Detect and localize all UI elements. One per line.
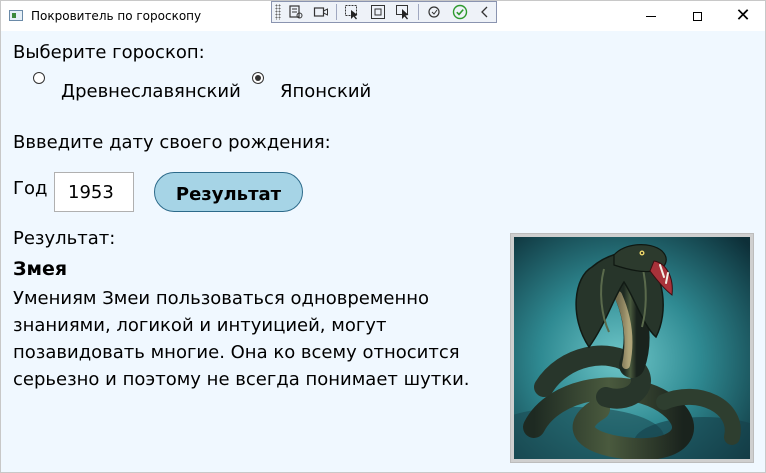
maximize-button[interactable] — [674, 1, 720, 31]
description-line: позавидовать многие. Она ко всему относи… — [13, 342, 460, 363]
track-focused-element-icon[interactable] — [392, 3, 414, 21]
description-line: серьезно и поэтому не всегда понимает шу… — [13, 369, 470, 390]
result-button[interactable]: Результат — [154, 172, 303, 212]
display-layout-adorners-icon[interactable] — [367, 3, 389, 21]
radio-old-slavic[interactable] — [33, 72, 45, 84]
radio-old-slavic-label[interactable]: Древнеславянский — [61, 81, 241, 102]
radio-japanese-label[interactable]: Японский — [280, 81, 371, 102]
sign-image-frame — [510, 233, 754, 463]
title-bar[interactable]: Покровитель по гороскопу ✕ — [1, 1, 765, 31]
maximize-icon — [692, 11, 702, 21]
description-line: Умениям Змеи пользоваться одновременно — [13, 288, 430, 309]
window-title: Покровитель по гороскопу — [31, 9, 202, 23]
result-label: Результат: — [13, 228, 116, 249]
app-window: Покровитель по гороскопу ✕ Выберите горо… — [0, 0, 766, 473]
toolbar-grip-icon[interactable] — [275, 4, 281, 20]
toolbar-separator — [336, 4, 338, 20]
record-icon[interactable] — [311, 3, 333, 21]
cobra-snake-image — [514, 237, 750, 459]
radio-japanese[interactable] — [252, 72, 264, 84]
zodiac-sign-name: Змея — [13, 258, 68, 280]
hot-reload-icon[interactable] — [423, 3, 445, 21]
live-visual-tree-icon[interactable] — [285, 3, 307, 21]
description-line: знаниями, логикой и интуицией, могут — [13, 315, 387, 336]
binding-failures-check-icon[interactable] — [449, 3, 471, 21]
collapse-chevron-icon[interactable] — [474, 3, 496, 21]
year-label: Год — [13, 178, 48, 199]
select-element-icon[interactable] — [341, 3, 363, 21]
toolbar-separator — [418, 4, 420, 20]
sign-description: Умениям Змеи пользоваться одновременно з… — [13, 285, 483, 393]
minimize-button[interactable] — [628, 1, 674, 31]
xaml-debug-toolbar — [271, 1, 497, 23]
minimize-icon — [646, 15, 656, 17]
horoscope-prompt: Выберите гороскоп: — [13, 42, 205, 63]
app-icon — [9, 10, 23, 21]
birth-date-prompt: Ввведите дату своего рождения: — [13, 132, 331, 153]
year-input[interactable] — [54, 172, 134, 212]
close-button[interactable]: ✕ — [720, 1, 766, 31]
close-icon: ✕ — [735, 5, 751, 26]
